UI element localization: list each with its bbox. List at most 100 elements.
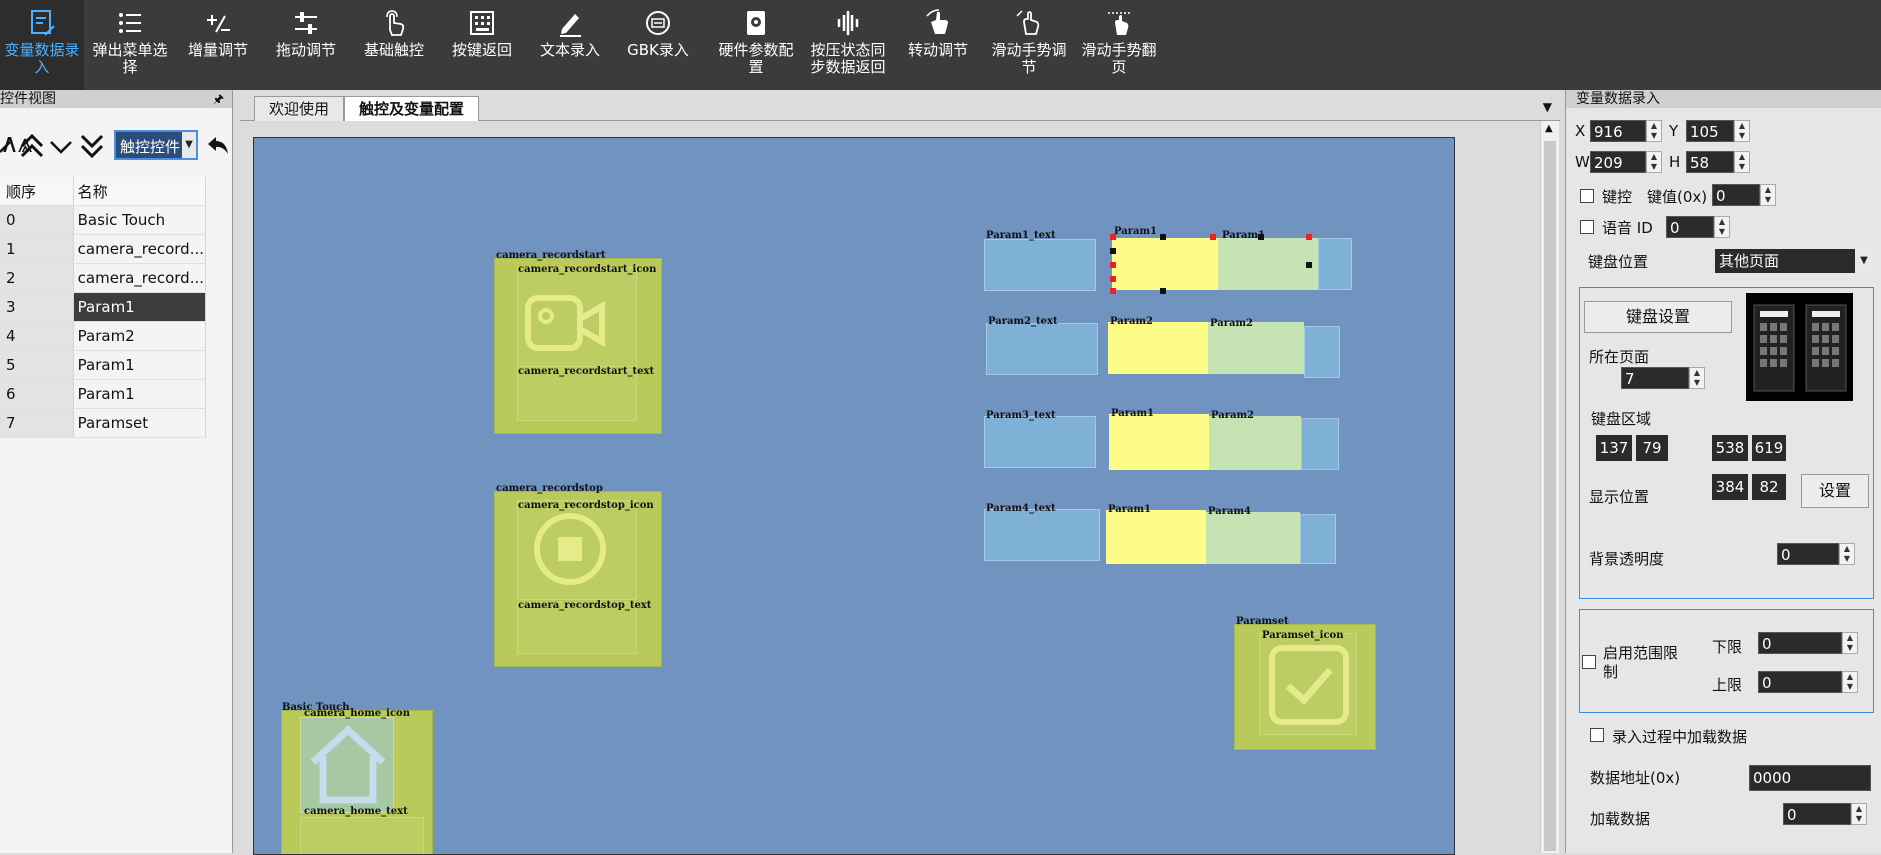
table-row[interactable]: 2 camera_record... (0, 263, 207, 293)
tab-touch-variable-config[interactable]: 触控及变量配置 (344, 96, 480, 121)
range-enable-checkbox[interactable] (1582, 655, 1596, 669)
tool-gbk-input[interactable]: GBK录入 (616, 0, 700, 90)
page-stepper-icon[interactable]: ▲ ▼ (1689, 367, 1705, 389)
control-camera-recordstart[interactable] (494, 258, 662, 434)
resize-handle[interactable] (1110, 288, 1116, 294)
resize-handle[interactable] (1110, 276, 1116, 282)
data-address-input[interactable]: 0000 (1749, 765, 1871, 791)
pin-icon[interactable]: 🖈︎ (213, 90, 224, 108)
x-input[interactable]: 916 (1590, 120, 1646, 142)
undo-icon[interactable] (206, 134, 230, 158)
tab-welcome[interactable]: 欢迎使用 (254, 96, 345, 121)
resize-handle[interactable] (1306, 234, 1312, 240)
control-param2-a[interactable] (1108, 322, 1208, 374)
key-value-stepper-icon[interactable]: ▲ ▼ (1760, 184, 1776, 206)
resize-handle[interactable] (1110, 234, 1116, 240)
bg-opacity-input[interactable]: 0 (1777, 543, 1839, 565)
move-to-bottom-icon[interactable] (78, 132, 106, 160)
voice-id-checkbox[interactable] (1580, 220, 1594, 234)
voice-id-stepper-icon[interactable]: ▲ ▼ (1714, 216, 1730, 238)
h-stepper-icon[interactable]: ▲ ▼ (1734, 151, 1750, 173)
move-up-icon[interactable] (0, 134, 14, 160)
area-x1-input[interactable]: 137 (1596, 435, 1632, 461)
w-stepper-icon[interactable]: ▲ ▼ (1646, 151, 1662, 173)
control-param2-text[interactable] (986, 323, 1098, 375)
keyboard-position-select[interactable]: 其他页面 ▼ (1715, 249, 1873, 273)
tool-drag-adjust[interactable]: 拖动调节 (264, 0, 348, 90)
key-value-input[interactable]: 0 (1712, 184, 1760, 206)
tool-key-return[interactable]: 按键返回 (440, 0, 524, 90)
control-param4-text[interactable] (984, 509, 1100, 561)
tool-popup-menu[interactable]: 弹出菜单选择 (88, 0, 172, 90)
resize-handle[interactable] (1306, 262, 1312, 268)
control-param1-tail[interactable] (1318, 238, 1352, 290)
control-camera-home-icon[interactable] (300, 717, 394, 813)
voice-id-input[interactable]: 0 (1666, 216, 1714, 238)
table-row[interactable]: 1 camera_record... (0, 234, 207, 264)
control-paramset-icon[interactable] (1259, 633, 1357, 735)
x-stepper-icon[interactable]: ▲ ▼ (1646, 120, 1662, 142)
move-to-top-icon[interactable] (18, 132, 46, 160)
resize-handle[interactable] (1110, 248, 1116, 254)
tool-text-input[interactable]: 文本录入 (528, 0, 612, 90)
control-param1-secondary[interactable] (1218, 238, 1318, 290)
lower-limit-stepper-icon[interactable]: ▲ ▼ (1842, 632, 1858, 654)
h-input[interactable]: 58 (1686, 151, 1734, 173)
w-input[interactable]: 209 (1590, 151, 1646, 173)
page-input[interactable]: 7 (1621, 367, 1689, 389)
tool-basic-touch[interactable]: 基础触控 (352, 0, 436, 90)
tool-swipe-adjust[interactable]: 滑动手势调节 (987, 0, 1071, 90)
y-stepper-icon[interactable]: ▲ ▼ (1734, 120, 1750, 142)
keyboard-settings-button[interactable]: 键盘设置 (1584, 301, 1732, 333)
control-camera-recordstop[interactable] (494, 491, 662, 667)
scrollbar-thumb[interactable] (1544, 141, 1556, 851)
control-type-select[interactable]: 触控控件 ▼ (114, 130, 198, 160)
control-param3-text[interactable] (984, 416, 1096, 468)
design-canvas[interactable]: camera_recordstart camera_recordstart_ic… (253, 137, 1455, 855)
move-down-icon[interactable] (48, 134, 74, 160)
set-position-button[interactable]: 设置 (1801, 474, 1869, 508)
table-row-selected[interactable]: 3 Param1 (0, 292, 207, 322)
tab-list-dropdown-icon[interactable]: ▼ (1543, 100, 1552, 114)
control-basic-touch[interactable] (281, 710, 433, 854)
upper-limit-stepper-icon[interactable]: ▲ ▼ (1842, 671, 1858, 693)
control-camera-recordstart-icon[interactable] (517, 267, 637, 367)
display-y-input[interactable]: 82 (1752, 474, 1786, 500)
tool-press-sync[interactable]: 按压状态同步数据返回 (806, 0, 890, 90)
key-control-checkbox[interactable] (1580, 189, 1594, 203)
table-row[interactable]: 5 Param1 (0, 350, 207, 380)
resize-handle[interactable] (1160, 234, 1166, 240)
resize-handle[interactable] (1258, 234, 1264, 240)
scroll-up-icon[interactable]: ▲ (1545, 123, 1553, 134)
resize-handle[interactable] (1160, 288, 1166, 294)
display-x-input[interactable]: 384 (1712, 474, 1748, 500)
tool-hardware-config[interactable]: 硬件参数配置 (714, 0, 798, 90)
load-data-input[interactable]: 0 (1783, 803, 1851, 825)
table-row[interactable]: 4 Param2 (0, 321, 207, 351)
control-param4-tail[interactable] (1300, 514, 1336, 564)
control-param3-tail[interactable] (1301, 418, 1339, 470)
load-data-stepper-icon[interactable]: ▲ ▼ (1851, 803, 1867, 825)
control-paramset[interactable] (1234, 624, 1376, 750)
upper-limit-input[interactable]: 0 (1758, 671, 1842, 693)
control-param2-tail[interactable] (1304, 326, 1340, 378)
control-param3-b[interactable] (1209, 416, 1301, 470)
control-camera-home-text[interactable] (300, 817, 424, 854)
lower-limit-input[interactable]: 0 (1758, 632, 1842, 654)
resize-handle[interactable] (1210, 234, 1216, 240)
table-row[interactable]: 0 Basic Touch (0, 205, 207, 235)
resize-handle[interactable] (1110, 262, 1116, 268)
tool-rotate-adjust[interactable]: 转动调节 (896, 0, 980, 90)
bg-opacity-stepper-icon[interactable]: ▲ ▼ (1839, 543, 1855, 565)
load-during-input-checkbox[interactable] (1590, 728, 1604, 742)
control-param4-a[interactable] (1106, 510, 1206, 564)
area-y2-input[interactable]: 619 (1752, 435, 1786, 461)
control-param4-b[interactable] (1206, 512, 1300, 564)
y-input[interactable]: 105 (1686, 120, 1734, 142)
control-param1-selected[interactable] (1112, 238, 1218, 290)
tool-increment[interactable]: 增量调节 (176, 0, 260, 90)
area-y1-input[interactable]: 79 (1636, 435, 1668, 461)
table-row[interactable]: 7 Paramset (0, 408, 207, 438)
control-param1-text[interactable] (984, 239, 1096, 291)
control-camera-recordstop-icon[interactable] (517, 500, 637, 600)
